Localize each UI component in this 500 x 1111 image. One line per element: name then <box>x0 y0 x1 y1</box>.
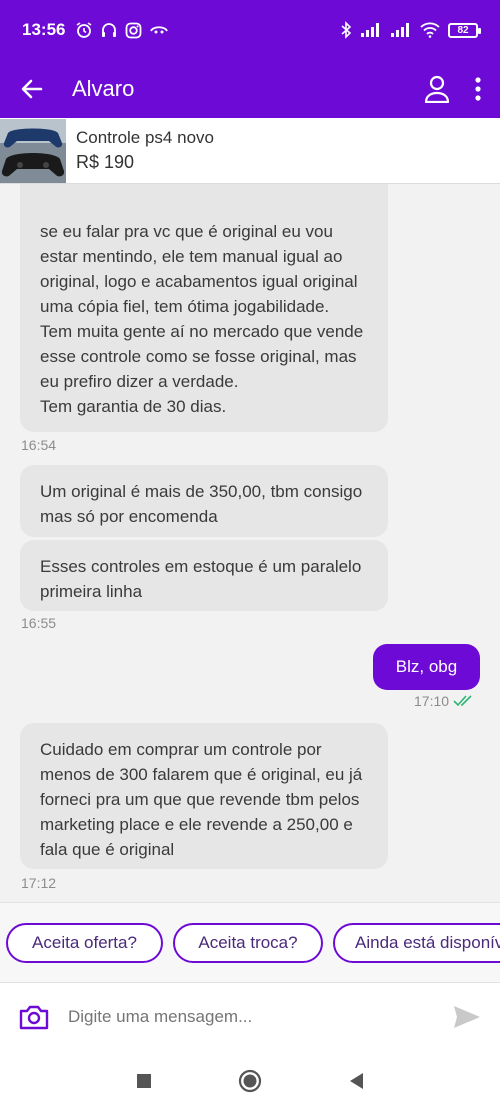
header: 13:56 82 Alvaro <box>0 0 500 118</box>
send-icon[interactable] <box>452 1004 482 1030</box>
profile-icon[interactable] <box>424 75 450 103</box>
headset-icon <box>102 23 117 37</box>
message-bubble-incoming[interactable]: Um original é mais de 350,00, tbm consig… <box>20 465 388 537</box>
status-left-icons <box>75 21 169 39</box>
message-time: 16:55 <box>21 615 57 631</box>
more-vert-icon[interactable] <box>474 76 482 102</box>
quick-reply-chip[interactable]: Aceita oferta? <box>6 923 163 963</box>
controller-image <box>0 118 66 183</box>
battery-level: 82 <box>457 24 469 36</box>
back-button[interactable] <box>18 75 46 103</box>
status-right-icons: 82 <box>340 21 481 39</box>
message-text: se eu falar pra vc que é original eu vou… <box>40 222 364 416</box>
message-bubble-incoming[interactable]: Cuidado em comprar um controle por menos… <box>20 723 388 869</box>
product-name: Controle ps4 novo <box>76 128 214 147</box>
battery-icon: 82 <box>448 22 481 38</box>
chat-messages[interactable]: se eu falar pra vc que é original eu vou… <box>0 184 500 902</box>
product-card[interactable]: Controle ps4 novo R$ 190 <box>0 118 500 184</box>
app-notification-icon <box>150 26 169 34</box>
chip-label: Ainda está disponível? <box>355 933 500 952</box>
signal-icon <box>361 23 379 37</box>
status-time: 13:56 <box>22 20 66 39</box>
chip-label: Aceita oferta? <box>32 933 137 952</box>
message-input[interactable] <box>68 1006 452 1027</box>
message-bubble-outgoing[interactable]: Blz, obg <box>373 644 480 690</box>
message-text: Esses controles em estoque é um paralelo… <box>40 557 362 601</box>
chat-title: Alvaro <box>72 76 135 101</box>
message-text: Cuidado em comprar um controle por menos… <box>40 740 363 859</box>
double-check-icon <box>453 695 472 707</box>
message-time: 17:12 <box>21 875 57 891</box>
app-bar: Alvaro <box>0 60 500 118</box>
chip-label: Aceita troca? <box>198 933 298 952</box>
product-price: R$ 190 <box>76 152 135 172</box>
quick-reply-chip[interactable]: Ainda está disponível? <box>333 923 500 963</box>
status-bar: 13:56 82 <box>0 0 500 60</box>
recents-icon[interactable] <box>136 1073 152 1089</box>
message-time: 16:54 <box>21 437 57 453</box>
home-icon[interactable] <box>238 1069 262 1093</box>
message-bubble-incoming[interactable]: se eu falar pra vc que é original eu vou… <box>20 184 388 432</box>
back-arrow-icon <box>21 79 43 99</box>
quick-replies: Aceita oferta? Aceita troca? Ainda está … <box>0 902 500 982</box>
message-time: 17:10 <box>414 693 450 709</box>
alarm-icon <box>77 22 92 38</box>
signal-icon-2 <box>391 23 409 37</box>
outgoing-meta: 17:10 <box>414 693 475 709</box>
system-nav-bar <box>0 1050 500 1111</box>
quick-reply-chip[interactable]: Aceita troca? <box>173 923 323 963</box>
camera-icon[interactable] <box>18 1003 50 1031</box>
instagram-icon <box>126 22 142 38</box>
message-text: Blz, obg <box>395 657 458 676</box>
wifi-icon <box>420 22 440 38</box>
back-nav-icon[interactable] <box>348 1072 364 1090</box>
message-bubble-incoming[interactable]: Esses controles em estoque é um paralelo… <box>20 540 388 611</box>
message-text: Um original é mais de 350,00, tbm consig… <box>40 482 363 526</box>
product-thumbnail <box>0 118 66 183</box>
message-composer <box>0 982 500 1050</box>
bluetooth-icon <box>341 21 352 39</box>
